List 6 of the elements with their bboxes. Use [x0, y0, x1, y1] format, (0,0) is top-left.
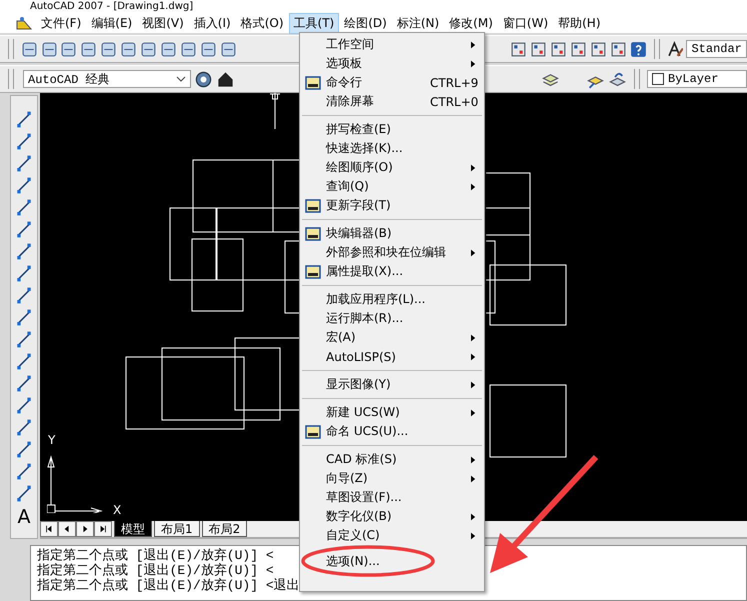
command-line-text: 指定第二个点或 [退出(E)/放弃(U)] <退出 — [37, 578, 300, 593]
command-line-text: 指定第二个点或 [退出(E)/放弃(U)] < — [37, 563, 274, 578]
window-title: AutoCAD 2007 - [Drawing1.dwg] — [30, 0, 194, 12]
y-axis-label: Y — [48, 433, 56, 447]
x-axis-label: X — [113, 503, 122, 517]
command-line-text: 指定第二个点或 [退出(E)/放弃(U)] < — [37, 548, 274, 563]
